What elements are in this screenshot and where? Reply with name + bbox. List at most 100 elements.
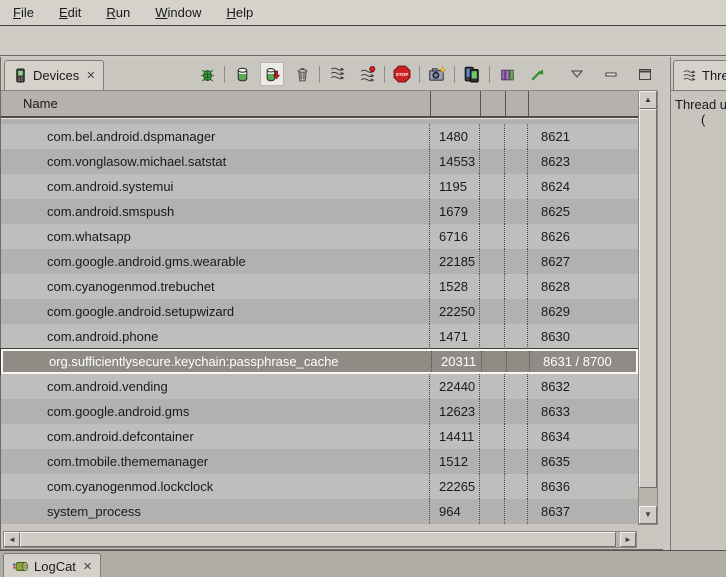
devices-panel: Devices ✕	[0, 57, 663, 550]
cell-port: 8634	[528, 424, 638, 449]
cell-pid: 1195	[430, 174, 480, 199]
toolbar-separator	[319, 66, 320, 83]
vertical-scrollbar[interactable]: ▲ ▼	[638, 90, 658, 525]
column-header-name[interactable]: Name	[1, 96, 58, 111]
cell-pid: 22265	[430, 474, 480, 499]
cell-empty-1	[480, 499, 505, 524]
sysinfo-button[interactable]	[495, 62, 519, 86]
table-row[interactable]: com.google.android.gms 12623 8633	[1, 399, 638, 424]
devices-tab-bar: Devices ✕	[1, 57, 663, 90]
heap-dump-icon	[264, 66, 281, 83]
cell-name: com.whatsapp	[1, 224, 430, 249]
table-row[interactable]: com.google.android.gms.wearable 22185 86…	[1, 249, 638, 274]
view-menu-button[interactable]	[565, 62, 589, 86]
table-row[interactable]: org.sufficientlysecure.keychain:passphra…	[1, 349, 638, 374]
menu-run[interactable]: Run	[103, 3, 133, 22]
tab-devices[interactable]: Devices ✕	[4, 60, 104, 90]
cell-empty-2	[505, 499, 528, 524]
cell-name: com.google.android.gms.wearable	[1, 249, 430, 274]
debug-process-button[interactable]	[195, 62, 219, 86]
stop-process-button[interactable]: STOP	[390, 62, 414, 86]
tab-threads-label: Threads	[702, 68, 726, 83]
cell-empty-1	[480, 474, 505, 499]
cell-empty-2	[505, 474, 528, 499]
vertical-scrollbar-thumb[interactable]	[639, 109, 657, 488]
cell-port: 8629	[528, 299, 638, 324]
cell-port: 8628	[528, 274, 638, 299]
cell-pid: 12623	[430, 399, 480, 424]
table-row[interactable]: system_process 964 8637	[1, 499, 638, 524]
devices-screens-button[interactable]	[460, 62, 484, 86]
cell-name: org.sufficientlysecure.keychain:passphra…	[3, 351, 432, 372]
table-row[interactable]: com.tmobile.thememanager 1512 8635	[1, 449, 638, 474]
main-toolbar	[0, 27, 726, 56]
scroll-down-button[interactable]: ▼	[639, 506, 657, 524]
cell-empty-2	[505, 124, 528, 149]
table-row[interactable]: com.vonglasow.michael.satstat 14553 8623	[1, 149, 638, 174]
threads-icon	[329, 66, 346, 83]
table-row[interactable]: com.whatsapp 6716 8626	[1, 224, 638, 249]
table-row[interactable]: com.android.defcontainer 14411 8634	[1, 424, 638, 449]
cell-empty-2	[505, 374, 528, 399]
cell-pid: 1679	[430, 199, 480, 224]
scroll-left-button[interactable]: ◄	[4, 532, 20, 547]
device-table-header[interactable]: Name	[1, 90, 638, 118]
devices-screens-icon	[463, 65, 481, 83]
cell-name: com.android.vending	[1, 374, 430, 399]
screen-capture-button[interactable]	[425, 62, 449, 86]
trash-icon	[294, 66, 311, 83]
threads-message-line2: (	[675, 112, 726, 127]
cause-gc-button[interactable]	[290, 62, 314, 86]
tab-threads[interactable]: Threads	[673, 60, 726, 90]
table-row[interactable]: com.android.smspush 1679 8625	[1, 199, 638, 224]
cell-port: 8635	[528, 449, 638, 474]
minimize-button[interactable]	[599, 62, 623, 86]
menu-edit[interactable]: Edit	[56, 3, 84, 22]
update-threads-button[interactable]	[325, 62, 349, 86]
threads-message-line1: Thread up	[675, 97, 726, 112]
dump-hprof-button[interactable]	[260, 62, 284, 86]
tab-logcat[interactable]: LogCat ✕	[3, 553, 101, 577]
table-row[interactable]: com.cyanogenmod.trebuchet 1528 8628	[1, 274, 638, 299]
toolbar-separator	[224, 66, 225, 83]
scroll-right-button[interactable]: ►	[620, 532, 636, 547]
cell-empty-1	[480, 424, 505, 449]
cell-empty-2	[505, 249, 528, 274]
table-row[interactable]: com.google.android.setupwizard 22250 862…	[1, 299, 638, 324]
logcat-bar: LogCat ✕	[0, 550, 726, 577]
cell-empty-2	[505, 149, 528, 174]
cell-empty-1	[480, 399, 505, 424]
cell-port: 8630	[528, 324, 638, 349]
cell-empty-2	[505, 224, 528, 249]
cell-empty-1	[480, 299, 505, 324]
panel-sash[interactable]	[663, 57, 671, 550]
method-profiling-button[interactable]	[355, 62, 379, 86]
toolbar-separator	[419, 66, 420, 83]
horizontal-scrollbar-thumb[interactable]	[20, 532, 616, 547]
cell-pid: 14411	[430, 424, 480, 449]
horizontal-scrollbar[interactable]: ◄ ►	[3, 531, 637, 548]
cell-empty-2	[505, 324, 528, 349]
threads-icon	[682, 68, 697, 83]
menu-file[interactable]: File	[10, 3, 37, 22]
menu-window[interactable]: Window	[152, 3, 204, 22]
tab-devices-label: Devices	[33, 68, 79, 83]
tab-devices-close-icon[interactable]: ✕	[84, 69, 95, 82]
maximize-button[interactable]	[633, 62, 657, 86]
cell-name: com.tmobile.thememanager	[1, 449, 430, 474]
devices-view-toolbar: STOP	[195, 61, 657, 87]
heap-cylinder-icon	[234, 66, 251, 83]
table-row[interactable]: com.android.systemui 1195 8624	[1, 174, 638, 199]
table-row[interactable]: com.bel.android.dspmanager 1480 8621	[1, 124, 638, 149]
table-row[interactable]: com.android.phone 1471 8630	[1, 324, 638, 349]
camera-icon	[428, 65, 446, 83]
menu-help[interactable]: Help	[223, 3, 256, 22]
trend-arrow-button[interactable]	[525, 62, 549, 86]
update-heap-button[interactable]	[230, 62, 254, 86]
cell-empty-2	[505, 199, 528, 224]
tab-logcat-close-icon[interactable]: ✕	[81, 560, 92, 573]
table-row[interactable]: com.cyanogenmod.lockclock 22265 8636	[1, 474, 638, 499]
table-row[interactable]: com.android.vending 22440 8632	[1, 374, 638, 399]
scroll-up-button[interactable]: ▲	[639, 91, 657, 109]
cell-pid: 6716	[430, 224, 480, 249]
